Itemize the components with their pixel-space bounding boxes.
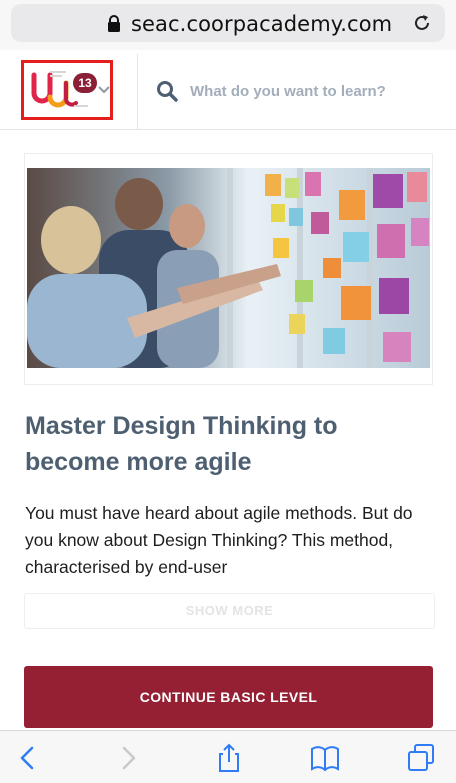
share-icon[interactable] <box>214 743 244 773</box>
address-bar[interactable]: seac.coorpacademy.com <box>11 4 445 42</box>
browser-address-bar-area: seac.coorpacademy.com <box>0 0 456 50</box>
notification-badge: 13 <box>73 73 97 93</box>
show-more-button[interactable]: SHOW MORE <box>24 593 435 629</box>
tabs-icon[interactable] <box>406 743 436 773</box>
back-icon[interactable] <box>14 743 44 773</box>
brand-logo-button[interactable]: 13 <box>21 60 113 120</box>
bookmarks-icon[interactable] <box>310 743 340 773</box>
lock-icon <box>108 15 120 32</box>
url-text[interactable]: seac.coorpacademy.com <box>131 12 392 36</box>
search-icon[interactable] <box>156 80 178 102</box>
team-sticky-notes-illustration <box>27 168 430 368</box>
course-description: You must have heard about agile methods.… <box>25 503 413 577</box>
browser-toolbar <box>0 730 456 783</box>
forward-icon[interactable] <box>112 743 142 773</box>
chevron-down-icon <box>98 86 110 94</box>
course-image-card[interactable] <box>24 153 433 385</box>
search-input[interactable] <box>190 76 440 106</box>
reload-icon[interactable] <box>411 12 433 34</box>
header-divider <box>137 54 138 130</box>
course-title: Master Design Thinking to become more ag… <box>25 412 338 476</box>
course-hero-image <box>27 168 430 368</box>
site-header: 13 <box>0 54 456 130</box>
continue-basic-level-button[interactable]: CONTINUE BASIC LEVEL <box>24 666 433 728</box>
